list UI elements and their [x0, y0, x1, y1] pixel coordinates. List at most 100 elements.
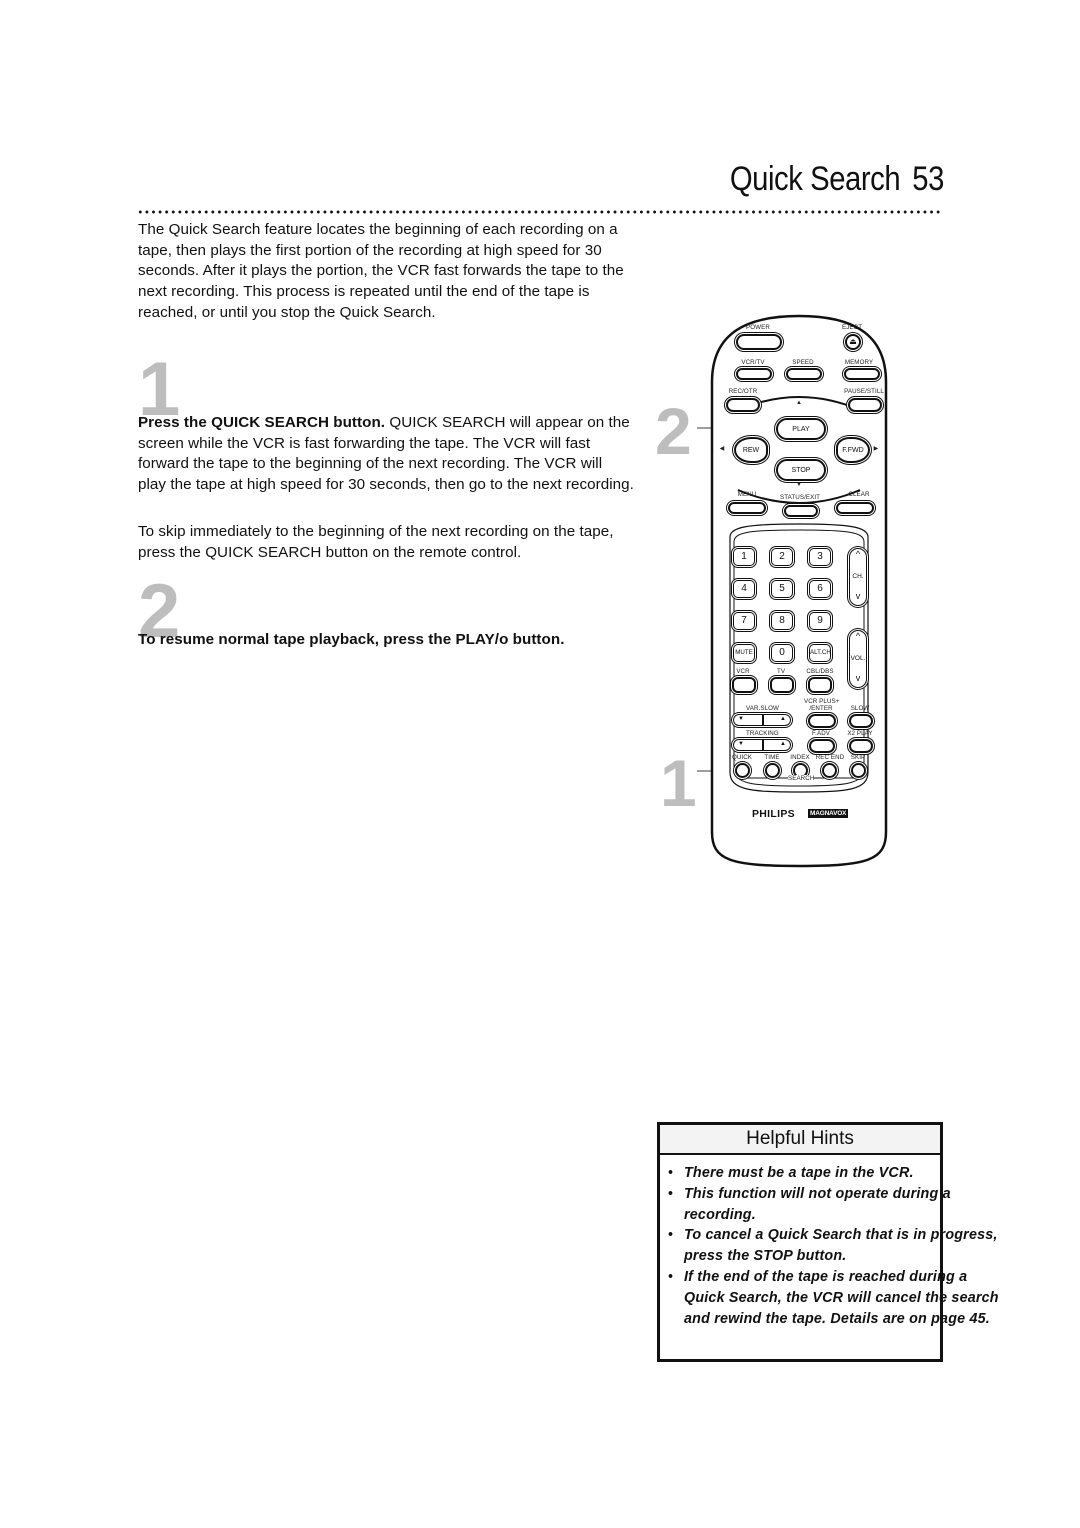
vcr-plus-enter-button[interactable]	[808, 714, 836, 728]
intro-paragraph: The Quick Search feature locates the beg…	[138, 221, 624, 321]
play-label: PLAY	[792, 425, 810, 433]
eject-label: EJECT	[842, 324, 863, 331]
tracking-up-icon[interactable]: ▲	[780, 741, 786, 747]
var-slow-up-icon[interactable]: ▲	[780, 716, 786, 722]
power-button[interactable]	[736, 334, 782, 350]
philips-logo: PHILIPS	[752, 808, 795, 820]
bullet-icon: •	[668, 1165, 674, 1181]
status-exit-button[interactable]	[784, 505, 818, 517]
alt-ch-button[interactable]: ALT.CH	[809, 644, 831, 662]
key-2[interactable]: 2	[771, 548, 793, 566]
up-arrow-icon: ▲	[795, 400, 803, 406]
slow-label: SLOW	[850, 705, 870, 712]
step-2-heading: To resume normal tape playback, press th…	[138, 631, 565, 648]
enter-label: /ENTER	[809, 705, 833, 712]
rec-otr-button[interactable]	[726, 398, 760, 412]
pause-still-button[interactable]	[848, 398, 882, 412]
var-slow-down-icon[interactable]: ▼	[738, 716, 744, 722]
vcr-plus-label: VCR PLUS+	[804, 698, 840, 705]
ch-label: CH.	[852, 573, 864, 580]
key-1[interactable]: 1	[733, 548, 755, 566]
var-slow-divider	[762, 715, 764, 725]
speed-button[interactable]	[786, 368, 822, 380]
key-0[interactable]: 0	[771, 644, 793, 662]
cbl-dbs-button[interactable]	[808, 677, 832, 693]
vcr-button[interactable]	[732, 677, 756, 693]
ffwd-button[interactable]: F.FWD	[836, 437, 870, 463]
mute-button[interactable]: MUTE	[733, 644, 755, 662]
hint-item: • To cancel a Quick Search that is in pro…	[660, 1225, 1000, 1267]
page-title-text: Quick Search	[729, 160, 901, 198]
channel-rocker[interactable]: ^ CH. v	[849, 548, 867, 606]
bullet-icon: •	[668, 1227, 674, 1244]
key-9[interactable]: 9	[809, 612, 831, 630]
power-label: POWER	[746, 324, 770, 331]
dotted-divider	[137, 210, 943, 214]
key-6[interactable]: 6	[809, 580, 831, 598]
var-slow-label: VAR.SLOW	[746, 705, 780, 712]
right-arrow-icon: ▶	[873, 446, 879, 452]
menu-label: MENU	[737, 491, 757, 498]
vcr-label: VCR	[736, 668, 750, 675]
volume-up-icon[interactable]: ^	[850, 631, 866, 641]
cbl-dbs-label: CBL/DBS	[806, 668, 834, 675]
tracking-down-icon[interactable]: ▼	[738, 741, 744, 747]
helpful-hints-title: Helpful Hints	[660, 1125, 940, 1155]
rec-end-label: REC END	[815, 754, 845, 761]
step-1-heading: Press the QUICK SEARCH button.	[138, 414, 386, 431]
hint-item: • There must be a tape in the VCR.	[660, 1163, 1000, 1184]
key-5[interactable]: 5	[771, 580, 793, 598]
stop-button[interactable]: STOP	[776, 459, 826, 481]
callout-number-1: 1	[660, 746, 697, 820]
skip-search-button[interactable]	[851, 763, 866, 778]
key-8[interactable]: 8	[771, 612, 793, 630]
hint-text: There must be a tape in the VCR.	[684, 1165, 914, 1181]
tracking-button[interactable]: ▼ ▲	[733, 739, 791, 751]
tv-button[interactable]	[770, 677, 794, 693]
channel-down-icon[interactable]: v	[850, 591, 866, 601]
hint-item: • This function will not operate during a…	[660, 1184, 1000, 1226]
eject-button[interactable]: ⏏	[845, 334, 861, 350]
time-label: TIME	[764, 754, 780, 761]
volume-rocker[interactable]: ^ VOL. v	[849, 630, 867, 688]
ffwd-label: F.FWD	[842, 446, 864, 454]
vcr-tv-button[interactable]	[736, 368, 772, 380]
quick-search-button[interactable]	[735, 763, 750, 778]
page-number: 53	[912, 160, 944, 198]
helpful-hints-box: Helpful Hints • There must be a tape in t…	[657, 1122, 999, 1362]
skip-label: SKIP	[850, 754, 866, 761]
f-adv-button[interactable]	[809, 739, 835, 753]
key-7[interactable]: 7	[733, 612, 755, 630]
memory-button[interactable]	[844, 368, 880, 380]
play-button[interactable]: PLAY	[776, 418, 826, 440]
x2-play-button[interactable]	[849, 739, 873, 753]
memory-label: MEMORY	[844, 359, 874, 366]
hint-text: To cancel a Quick Search that is in prog…	[684, 1227, 998, 1265]
var-slow-button[interactable]: ▼ ▲	[733, 714, 791, 726]
step-1-extra: To skip immediately to the beginning of …	[138, 523, 614, 561]
time-search-button[interactable]	[765, 763, 780, 778]
down-arrow-icon: ▼	[795, 482, 803, 488]
tv-label: TV	[776, 668, 786, 675]
channel-up-icon[interactable]: ^	[850, 549, 866, 559]
volume-down-icon[interactable]: v	[850, 673, 866, 683]
callout-number-2: 2	[655, 394, 692, 468]
clear-button[interactable]	[836, 502, 874, 514]
index-label: INDEX	[790, 754, 810, 761]
stop-label: STOP	[791, 466, 811, 474]
menu-button[interactable]	[728, 502, 766, 514]
key-4[interactable]: 4	[733, 580, 755, 598]
rec-end-search-button[interactable]	[822, 763, 837, 778]
slow-button[interactable]	[849, 714, 873, 728]
hint-text: This function will not operate during a …	[684, 1185, 951, 1223]
eject-icon: ⏏	[849, 337, 857, 346]
pause-still-label: PAUSE/STILL	[844, 388, 884, 395]
key-3[interactable]: 3	[809, 548, 831, 566]
tracking-divider	[762, 740, 764, 750]
hint-item: • If the end of the tape is reached durin…	[660, 1267, 1000, 1329]
rew-button[interactable]: REW	[734, 437, 768, 463]
left-arrow-icon: ◀	[719, 446, 725, 452]
quick-label: QUICK	[731, 754, 753, 761]
remote-control: POWER EJECT ⏏ VCR/TV SPEED MEMORY REC/OT…	[708, 312, 890, 870]
search-group-label: SEARCH	[788, 775, 815, 782]
